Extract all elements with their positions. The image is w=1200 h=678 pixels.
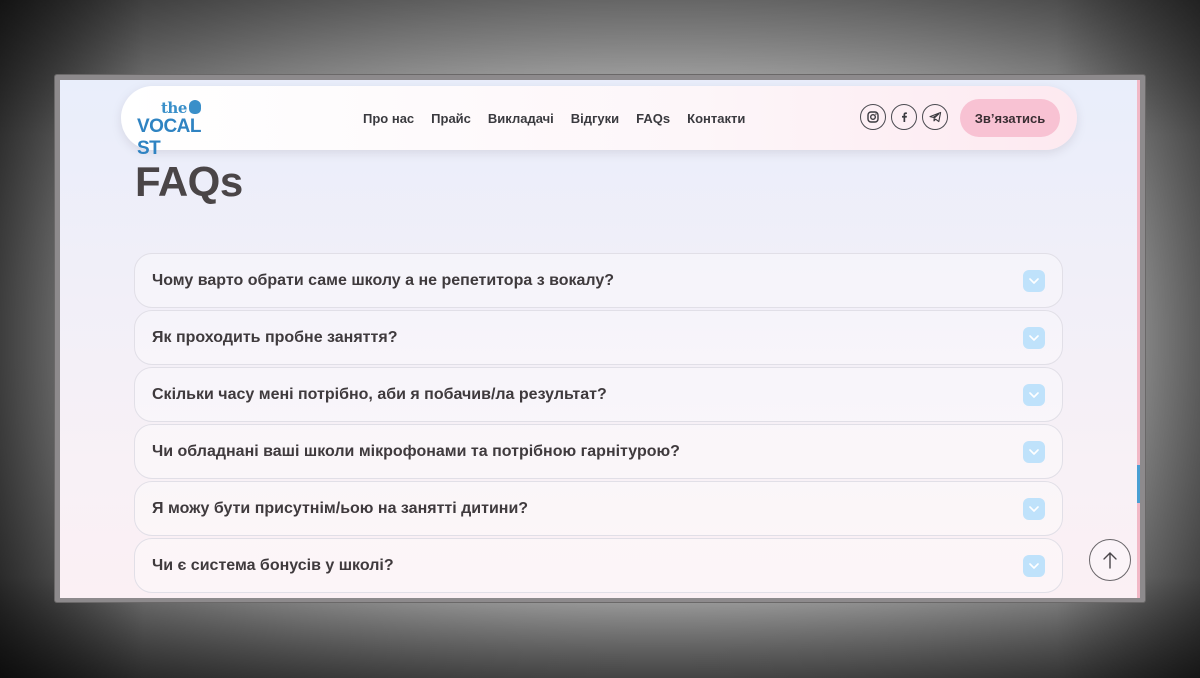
- nav-link-reviews[interactable]: Відгуки: [571, 111, 619, 126]
- page-title: FAQs: [135, 158, 243, 205]
- page-viewport: the VOCAL ST Про нас Прайс Викладачі Від…: [60, 80, 1140, 598]
- navbar: the VOCAL ST Про нас Прайс Викладачі Від…: [121, 86, 1077, 159]
- nav-link-contacts[interactable]: Контакти: [687, 111, 745, 126]
- brand-logo[interactable]: the VOCAL ST: [137, 96, 227, 159]
- faq-question: Чому варто обрати саме школу а не репети…: [152, 271, 615, 289]
- faq-item[interactable]: Чи є система бонусів у школі?: [134, 538, 1063, 593]
- faq-question: Чи є система бонусів у школі?: [152, 556, 394, 574]
- faq-item[interactable]: Чи обладнані ваші школи мікрофонами та п…: [134, 424, 1063, 479]
- arrow-up-icon: [1103, 552, 1117, 569]
- faq-item[interactable]: Я можу бути присутнім/ьою на занятті дит…: [134, 481, 1063, 536]
- scrollbar-thumb[interactable]: [1137, 465, 1140, 503]
- chevron-down-icon[interactable]: [1023, 441, 1045, 463]
- nav-link-price[interactable]: Прайс: [431, 111, 471, 126]
- faq-list: Чому варто обрати саме школу а не репети…: [134, 253, 1063, 595]
- main-nav: Про нас Прайс Викладачі Відгуки FAQs Кон…: [363, 86, 745, 150]
- social-links: [860, 104, 948, 130]
- faq-question: Чи обладнані ваші школи мікрофонами та п…: [152, 442, 680, 460]
- faq-question: Скільки часу мені потрібно, аби я побачи…: [152, 385, 607, 403]
- scrollbar-track[interactable]: [1137, 80, 1140, 598]
- nav-link-faqs[interactable]: FAQs: [636, 111, 670, 126]
- chevron-down-icon[interactable]: [1023, 270, 1045, 292]
- facebook-icon[interactable]: [891, 104, 917, 130]
- telegram-icon[interactable]: [922, 104, 948, 130]
- faq-question: Я можу бути присутнім/ьою на занятті дит…: [152, 499, 529, 517]
- faq-item[interactable]: Як проходить пробне заняття?: [134, 310, 1063, 365]
- chevron-down-icon[interactable]: [1023, 384, 1045, 406]
- chevron-down-icon[interactable]: [1023, 498, 1045, 520]
- nav-link-teachers[interactable]: Викладачі: [488, 111, 554, 126]
- chevron-down-icon[interactable]: [1023, 555, 1045, 577]
- contact-button[interactable]: Зв’язатись: [960, 99, 1060, 137]
- logo-small-text: the: [161, 99, 187, 117]
- logo-word: VOCAL ST: [137, 116, 201, 159]
- scroll-to-top-button[interactable]: [1089, 539, 1131, 581]
- chevron-down-icon[interactable]: [1023, 327, 1045, 349]
- faq-item[interactable]: Чому варто обрати саме школу а не репети…: [134, 253, 1063, 308]
- nav-link-about[interactable]: Про нас: [363, 111, 414, 126]
- faq-item[interactable]: Скільки часу мені потрібно, аби я побачи…: [134, 367, 1063, 422]
- microphone-icon: [189, 100, 201, 114]
- faq-question: Як проходить пробне заняття?: [152, 328, 398, 346]
- instagram-icon[interactable]: [860, 104, 886, 130]
